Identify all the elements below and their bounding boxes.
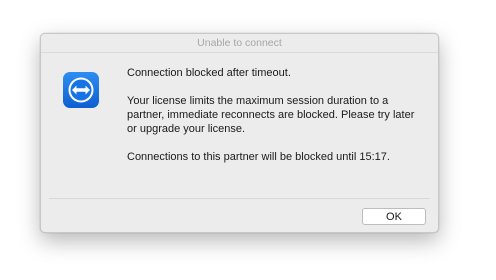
dialog-content: Connection blocked after timeout. Your l… [41, 53, 438, 198]
teamviewer-app-icon [63, 72, 99, 108]
ok-button[interactable]: OK [362, 208, 426, 225]
dialog-body: Your license limits the maximum session … [127, 95, 415, 135]
dialog-block-until: Connections to this partner will be bloc… [127, 151, 390, 163]
dialog-title: Unable to connect [41, 34, 438, 53]
dialog-message: Connection blocked after timeout. Your l… [127, 66, 427, 178]
divider [49, 198, 430, 199]
error-dialog: Unable to connect Connection blocked aft… [40, 33, 439, 233]
dialog-heading: Connection blocked after timeout. [127, 67, 291, 79]
